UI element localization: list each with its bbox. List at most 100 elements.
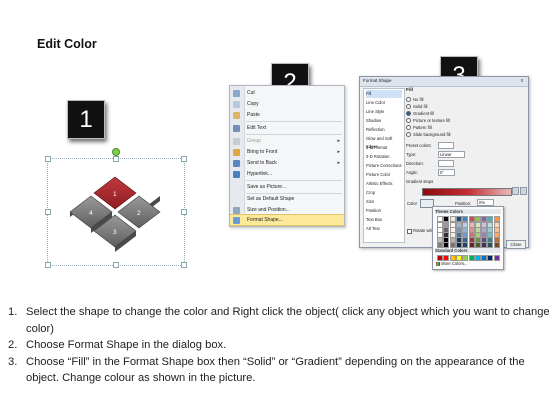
option-solid-fill[interactable]: Solid fill [406, 104, 427, 110]
category-crop[interactable]: Crop [366, 189, 402, 197]
option-slide-background-fill[interactable]: Slide background fill [406, 132, 450, 138]
gradient-stops-label: Gradient stops [406, 179, 434, 184]
standard-color-swatch[interactable] [437, 255, 443, 261]
menu-item-format-shape[interactable]: Format Shape... [230, 214, 344, 226]
option-gradient-fill[interactable]: Gradient fill [406, 111, 434, 117]
tile-label-3: 3 [113, 229, 117, 236]
instruction-list: 1. Select the shape to change the color … [8, 304, 553, 387]
option-picture-fill[interactable]: Picture or texture fill [406, 118, 450, 124]
category-3d-rotation[interactable]: 3-D Rotation [366, 153, 402, 161]
category-reflection[interactable]: Reflection [366, 126, 402, 134]
standard-color-swatch[interactable] [474, 255, 481, 261]
context-menu: Cut Copy Paste Edit Text Group ▸ Bring t… [229, 85, 345, 227]
standard-color-swatch[interactable] [468, 255, 475, 261]
color-wheel-icon [436, 261, 440, 266]
tile-label-2: 2 [137, 210, 141, 217]
angle-label: Angle: [406, 170, 418, 175]
option-no-fill[interactable]: No fill [406, 97, 423, 103]
type-dropdown[interactable]: Linear [438, 151, 465, 158]
rotate-checkbox[interactable] [407, 229, 412, 234]
diamond-shape-group[interactable]: 1 2 3 4 [47, 158, 185, 266]
standard-color-swatch[interactable] [443, 255, 450, 261]
theme-color-swatch[interactable] [455, 242, 462, 248]
size-icon [233, 207, 240, 214]
tile-label-4: 4 [89, 210, 93, 217]
menu-item-send-to-back[interactable]: Send to Back ▸ [230, 158, 344, 169]
category-size[interactable]: Size [366, 198, 402, 206]
gradient-stops-bar[interactable] [422, 188, 512, 196]
theme-color-swatch[interactable] [443, 242, 450, 248]
category-line-style[interactable]: Line Style [366, 108, 402, 116]
step-badge-1: 1 [67, 100, 105, 139]
dialog-category-list: Fill Line Color Line Style Shadow Reflec… [363, 88, 405, 243]
page-title: Edit Color [37, 37, 97, 51]
menu-item-edit-text[interactable]: Edit Text [230, 123, 344, 134]
add-stop-button[interactable] [512, 187, 519, 195]
remove-stop-button[interactable] [520, 187, 527, 195]
position-input[interactable]: 0% [477, 199, 494, 206]
menu-item-bring-to-front[interactable]: Bring to Front ▸ [230, 147, 344, 158]
category-artistic-effects[interactable]: Artistic Effects [366, 180, 402, 188]
rotate-handle[interactable] [112, 148, 120, 156]
standard-colors-header: Standard Colors [435, 248, 501, 253]
standard-color-swatch[interactable] [449, 255, 456, 261]
theme-color-swatch[interactable] [449, 242, 456, 248]
standard-color-swatch[interactable] [462, 255, 469, 261]
theme-color-swatch[interactable] [487, 242, 494, 248]
instruction-item: 2. Choose Format Shape in the dialog box… [8, 339, 227, 351]
color-label: Color [407, 201, 418, 206]
category-shadow[interactable]: Shadow [366, 117, 402, 125]
send-back-icon [233, 160, 240, 167]
direction-dropdown[interactable] [438, 160, 454, 167]
option-pattern-fill[interactable]: Pattern fill [406, 125, 432, 131]
close-icon[interactable]: x [518, 78, 526, 84]
theme-colors-header: Theme Colors [435, 209, 501, 214]
more-colors-link[interactable]: More Colors... [436, 261, 467, 266]
menu-separator [246, 121, 342, 122]
section-heading: Fill [406, 88, 413, 93]
category-picture-color[interactable]: Picture Color [366, 171, 402, 179]
menu-item-paste[interactable]: Paste [230, 110, 344, 121]
category-position[interactable]: Position [366, 207, 402, 215]
standard-color-swatch[interactable] [487, 255, 494, 261]
close-button[interactable]: Close [506, 240, 526, 249]
standard-color-swatch[interactable] [455, 255, 462, 261]
preset-colors-dropdown[interactable] [438, 142, 454, 149]
bring-front-icon [233, 149, 240, 156]
theme-color-swatch[interactable] [437, 242, 443, 248]
submenu-arrow-icon: ▸ [337, 138, 340, 144]
menu-separator [246, 134, 342, 135]
category-text-box[interactable]: Text Box [366, 216, 402, 224]
category-alt-text[interactable]: Alt Text [366, 225, 402, 233]
theme-color-palette: Theme Colors Standard Colors More Colors… [432, 206, 504, 270]
angle-input[interactable]: 0° [438, 169, 455, 176]
theme-color-swatch[interactable] [493, 242, 500, 248]
menu-item-copy[interactable]: Copy [230, 99, 344, 110]
submenu-arrow-icon: ▸ [337, 160, 340, 166]
menu-item-set-default-shape[interactable]: Set as Default Shape [230, 194, 344, 205]
submenu-arrow-icon: ▸ [337, 149, 340, 155]
menu-item-save-as-picture[interactable]: Save as Picture... [230, 182, 344, 193]
paste-icon [233, 112, 240, 119]
menu-item-cut[interactable]: Cut [230, 88, 344, 99]
theme-color-swatch[interactable] [468, 242, 475, 248]
category-fill[interactable]: Fill [366, 90, 402, 98]
preset-colors-label: Preset colors: [406, 143, 432, 148]
menu-item-hyperlink[interactable]: Hyperlink... [230, 169, 344, 180]
instruction-item: 3. Choose “Fill” in the Format Shape box… [8, 355, 525, 385]
copy-icon [233, 101, 240, 108]
format-shape-icon [233, 217, 240, 224]
menu-item-group[interactable]: Group ▸ [230, 136, 344, 147]
type-label: Type: [406, 152, 417, 157]
menu-separator [246, 180, 342, 181]
theme-color-swatch[interactable] [462, 242, 469, 248]
category-3d-format[interactable]: 3-D Format [366, 144, 402, 152]
standard-color-swatch[interactable] [481, 255, 488, 261]
theme-color-swatch[interactable] [474, 242, 481, 248]
category-line-color[interactable]: Line Color [366, 99, 402, 107]
standard-color-swatch[interactable] [493, 255, 500, 261]
category-glow[interactable]: Glow and Soft Edges [366, 135, 402, 149]
category-picture-corrections[interactable]: Picture Corrections [366, 162, 402, 170]
theme-color-swatch[interactable] [481, 242, 488, 248]
edit-text-icon [233, 125, 240, 132]
